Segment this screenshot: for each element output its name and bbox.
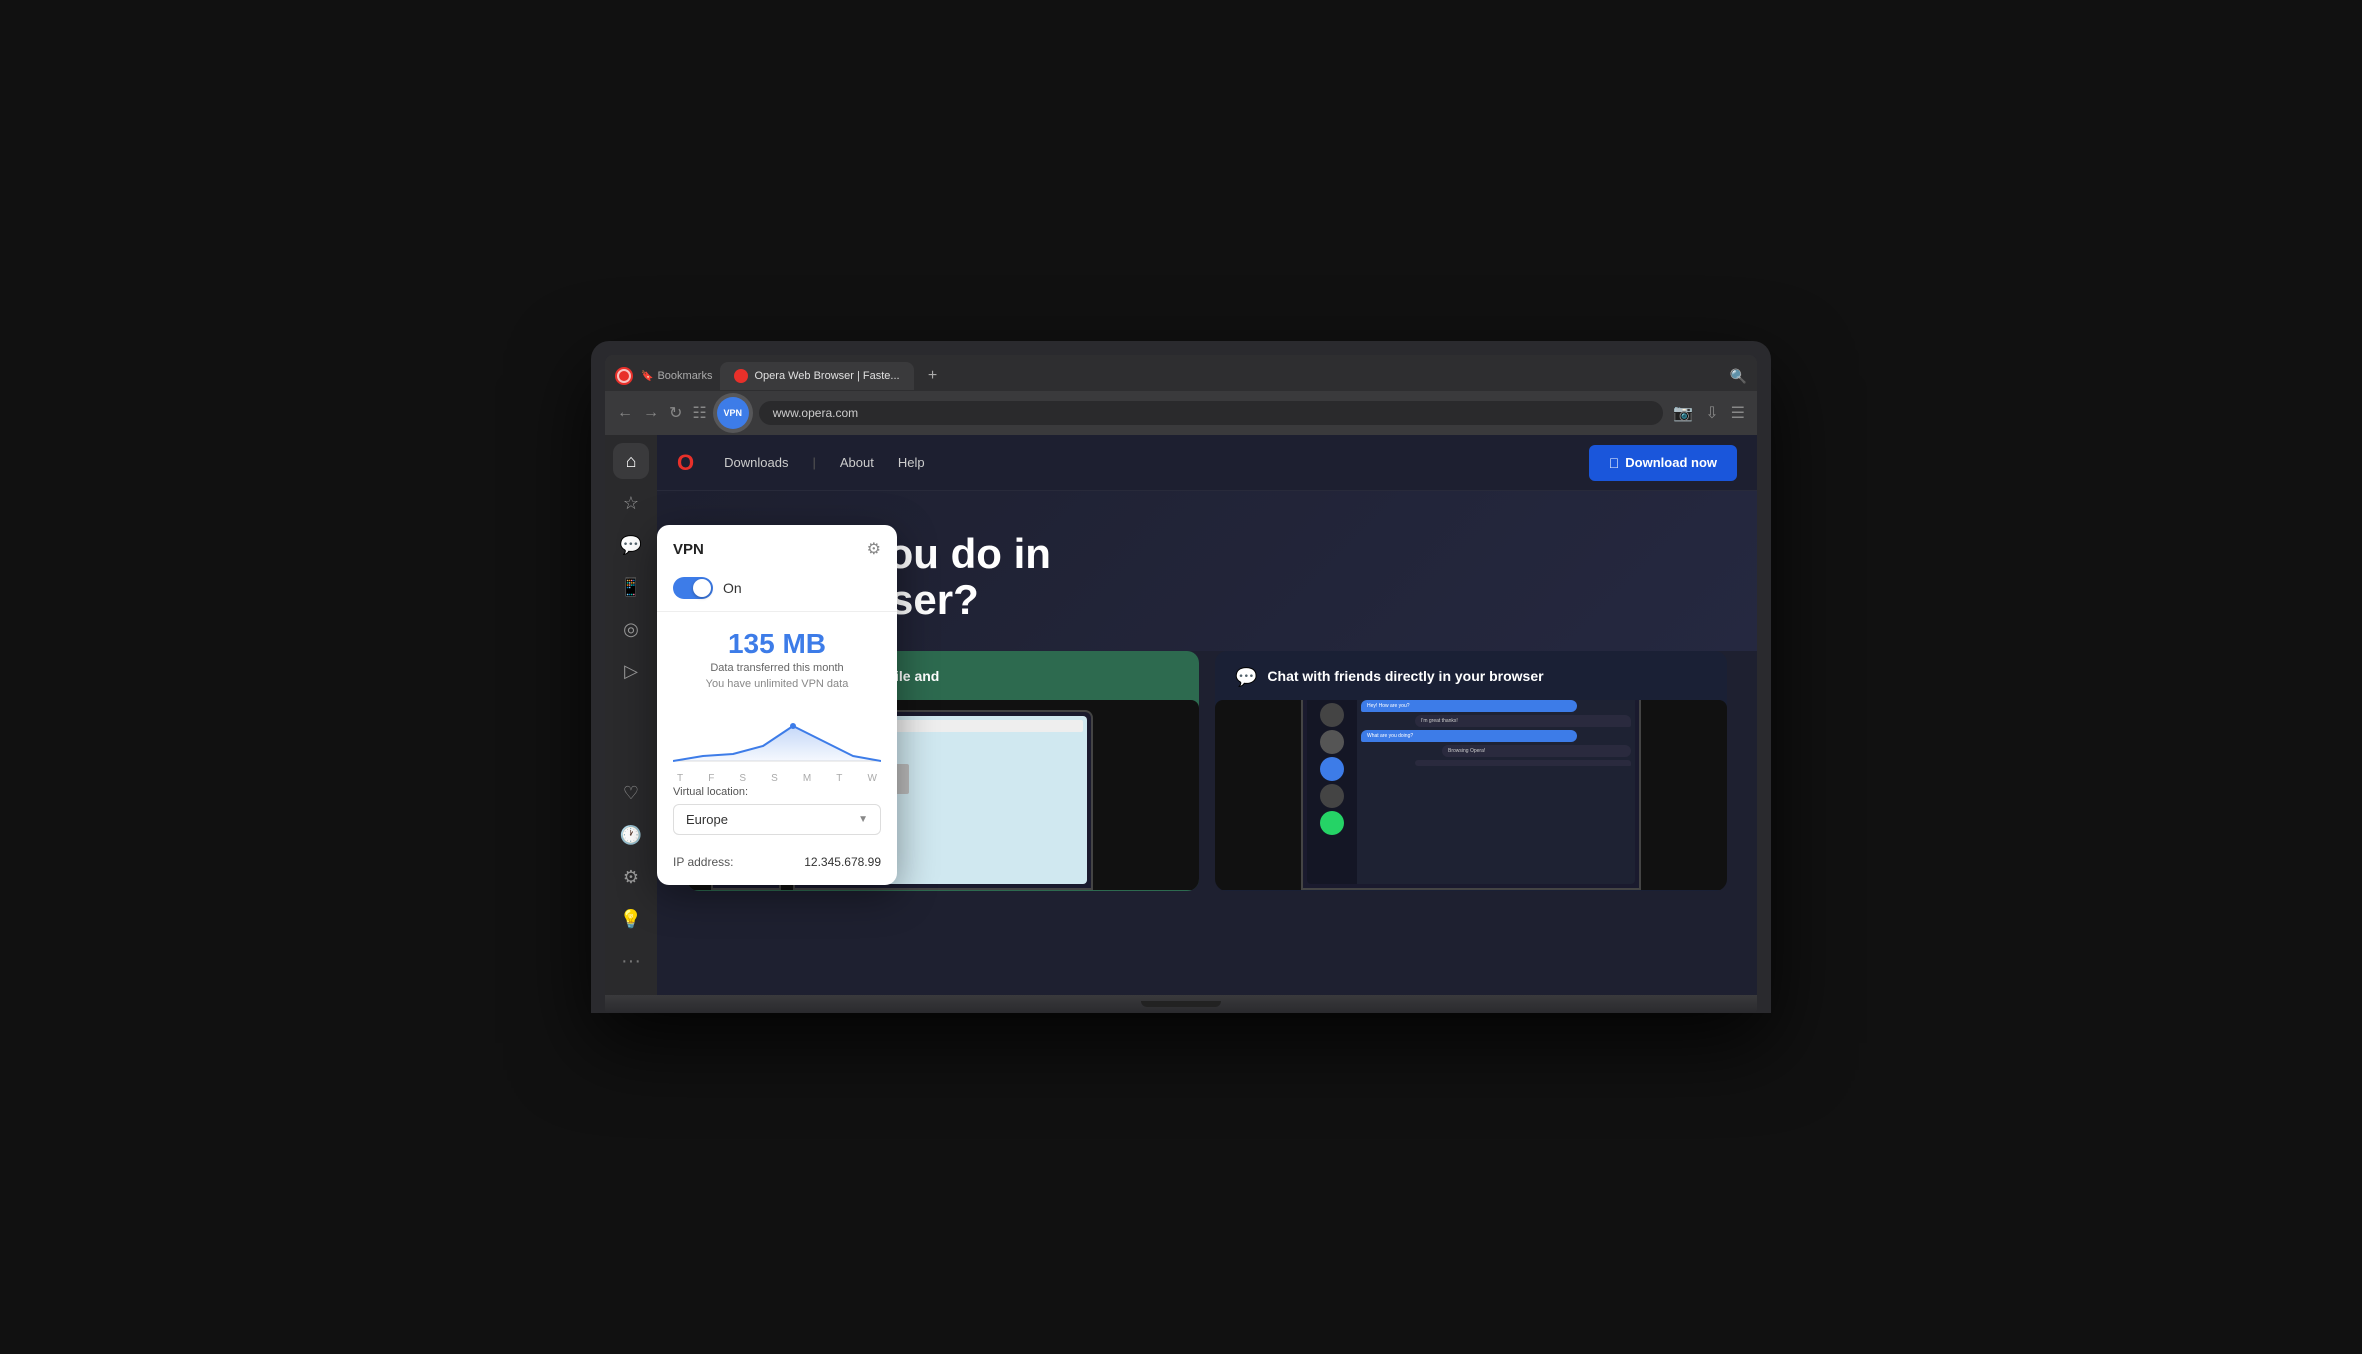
vpn-location-value: Europe xyxy=(686,812,728,827)
url-bar[interactable]: www.opera.com xyxy=(759,401,1664,425)
vpn-ip-label: IP address: xyxy=(673,855,733,869)
vpn-data-section: 135 MB Data transferred this month You h… xyxy=(657,612,897,698)
active-tab[interactable]: Opera Web Browser | Faste... xyxy=(720,362,913,390)
refresh-button[interactable]: ↻ xyxy=(669,403,682,423)
chevron-down-icon: ▼ xyxy=(858,814,868,825)
sidebar-item-hints[interactable]: 💡 xyxy=(613,901,649,937)
chart-day-f: F xyxy=(708,773,714,784)
browser-body: ⌂ ☆ 💬 📱 ◎ ▷ ♡ 🕐 ⚙ 💡 ··· O xyxy=(605,435,1757,995)
vpn-toggle[interactable] xyxy=(673,577,713,599)
laptop-notch xyxy=(1141,1001,1221,1007)
sidebar-item-whatsapp[interactable]: 📱 xyxy=(613,569,649,605)
back-button[interactable]: ← xyxy=(617,404,633,422)
bookmarks-label: Bookmarks xyxy=(641,370,712,382)
sidebar-item-home[interactable]: ⌂ xyxy=(613,443,649,479)
download-icon[interactable]: ⇩ xyxy=(1705,403,1718,423)
tab-favicon-icon xyxy=(734,369,748,383)
tab-title: Opera Web Browser | Faste... xyxy=(754,370,899,382)
grid-button[interactable]: ☷ xyxy=(692,403,706,423)
sidebar-item-favorites[interactable]: ♡ xyxy=(613,775,649,811)
laptop-base xyxy=(605,995,1757,1013)
browser-chrome: Bookmarks Opera Web Browser | Faste... +… xyxy=(605,355,1757,435)
nav-link-downloads[interactable]: Downloads xyxy=(724,455,788,470)
sidebar: ⌂ ☆ 💬 📱 ◎ ▷ ♡ 🕐 ⚙ 💡 ··· xyxy=(605,435,657,995)
vpn-location-label: Virtual location: xyxy=(673,786,881,798)
card-icon-chat: 💬 xyxy=(1235,667,1257,688)
vpn-data-amount: 135 MB xyxy=(673,628,881,660)
card-title-chat: Chat with friends directly in your brows… xyxy=(1267,667,1543,685)
url-text: www.opera.com xyxy=(773,406,858,420)
address-bar: ← → ↻ ☷ VPN www.opera.com 📷 ⇩ ☰ xyxy=(605,391,1757,435)
chart-day-t2: T xyxy=(836,773,842,784)
laptop-screen: Bookmarks Opera Web Browser | Faste... +… xyxy=(605,355,1757,995)
sidebar-item-settings[interactable]: ⚙ xyxy=(613,859,649,895)
vpn-popup: VPN ⚙ On 135 MB Data transferred this mo… xyxy=(657,525,897,885)
search-icon[interactable]: 🔍 xyxy=(1730,368,1747,385)
sidebar-item-more[interactable]: ··· xyxy=(613,943,649,979)
download-now-button[interactable]:  Download now xyxy=(1589,445,1737,481)
vpn-location-select[interactable]: Europe ▼ xyxy=(673,804,881,835)
chart-day-t1: T xyxy=(677,773,683,784)
nav-link-help[interactable]: Help xyxy=(898,455,925,470)
vpn-chart-svg xyxy=(673,706,881,766)
menu-icon[interactable]: ☰ xyxy=(1731,403,1745,423)
sidebar-item-feed[interactable]: ▷ xyxy=(613,653,649,689)
camera-icon[interactable]: 📷 xyxy=(1673,403,1693,423)
card-screen-chat: Hey! How are you? I'm great thanks! What… xyxy=(1215,700,1727,890)
vpn-toggle-label: On xyxy=(723,580,742,596)
new-tab-button[interactable]: + xyxy=(922,365,944,387)
nav-separator: | xyxy=(812,455,815,470)
feature-card-chat: 💬 Chat with friends directly in your bro… xyxy=(1215,651,1727,891)
vpn-data-sublabel: You have unlimited VPN data xyxy=(673,678,881,690)
sidebar-item-bookmarks[interactable]: ☆ xyxy=(613,485,649,521)
download-btn-label: Download now xyxy=(1625,455,1717,470)
sidebar-bottom: ♡ 🕐 ⚙ 💡 ··· xyxy=(613,775,649,987)
vpn-data-label: Data transferred this month xyxy=(673,662,881,674)
chart-day-labels: T F S S M T W xyxy=(673,773,881,784)
chart-day-s1: S xyxy=(739,773,746,784)
opera-logo-icon[interactable] xyxy=(615,367,633,385)
chart-day-m: M xyxy=(803,773,811,784)
vpn-ip-section: IP address: 12.345.678.99 xyxy=(657,843,897,885)
website-nav: O Downloads | About Help  Download now xyxy=(657,435,1757,491)
sidebar-item-compass[interactable]: ◎ xyxy=(613,611,649,647)
laptop-outer: Bookmarks Opera Web Browser | Faste... +… xyxy=(591,341,1771,1013)
vpn-button[interactable]: VPN xyxy=(717,397,749,429)
vpn-popup-header: VPN ⚙ xyxy=(657,525,897,569)
vpn-toggle-row: On xyxy=(657,569,897,612)
card-header-chat: 💬 Chat with friends directly in your bro… xyxy=(1215,651,1727,700)
nav-link-about[interactable]: About xyxy=(840,455,874,470)
vpn-location: Virtual location: Europe ▼ xyxy=(657,778,897,843)
nav-links: Downloads | About Help xyxy=(724,455,1589,470)
chart-day-s2: S xyxy=(771,773,778,784)
vpn-popup-title: VPN xyxy=(673,541,704,558)
address-bar-icons: 📷 ⇩ ☰ xyxy=(1673,403,1745,423)
opera-nav-logo: O xyxy=(677,450,694,476)
vpn-ip-value: 12.345.678.99 xyxy=(804,855,881,869)
sidebar-item-messenger[interactable]: 💬 xyxy=(613,527,649,563)
forward-button[interactable]: → xyxy=(643,404,659,422)
chart-day-w: W xyxy=(867,773,876,784)
apple-icon:  xyxy=(1609,455,1620,471)
vpn-chart: T F S S M T W xyxy=(657,698,897,778)
vpn-settings-icon[interactable]: ⚙ xyxy=(867,539,881,559)
tab-bar: Bookmarks Opera Web Browser | Faste... +… xyxy=(605,355,1757,391)
sidebar-item-history[interactable]: 🕐 xyxy=(613,817,649,853)
